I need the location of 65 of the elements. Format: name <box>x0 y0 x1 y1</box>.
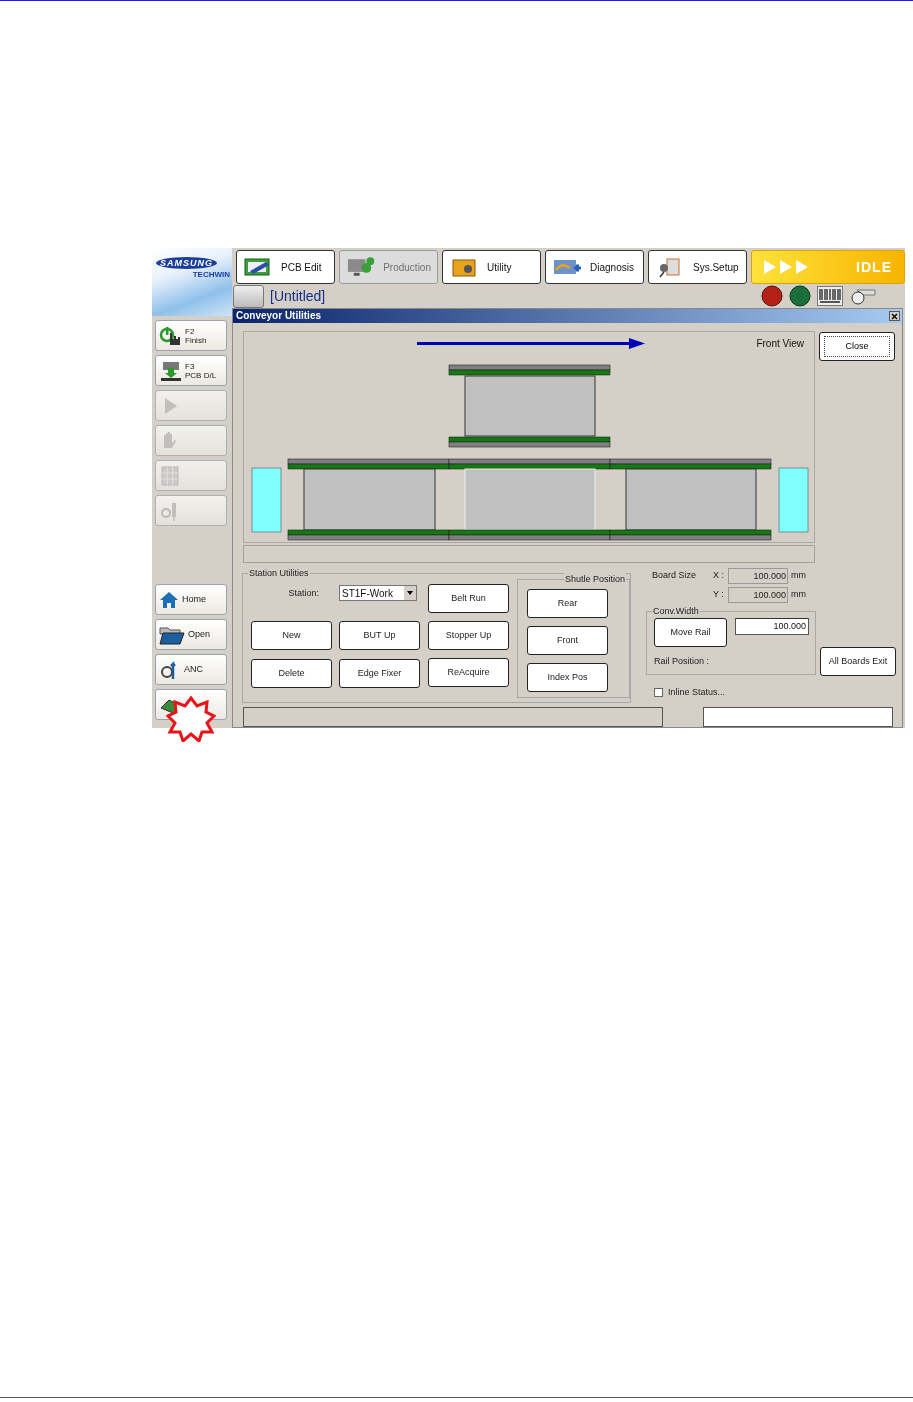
toolbar-tab[interactable]: Sys.Setup <box>648 250 747 284</box>
shortcut-key: F3 <box>185 361 217 371</box>
open-button[interactable]: Open <box>155 619 227 650</box>
group-title: Shutle Position <box>563 573 626 585</box>
all-boards-exit-button[interactable]: All Boards Exit <box>820 647 896 676</box>
download-button[interactable]: F3 PCB D/L <box>155 355 227 386</box>
lamp-icon <box>761 285 783 307</box>
unit-label: mm <box>791 569 806 583</box>
toolbar-tab[interactable]: PCB Edit <box>236 250 335 284</box>
belt-run-button[interactable]: Belt Run <box>428 584 509 613</box>
index-pos-button[interactable]: Index Pos <box>527 663 608 692</box>
home-icon <box>159 590 179 609</box>
view-label: Front View <box>756 337 804 351</box>
brand-subtitle: TECHWIN <box>192 269 230 281</box>
station-label: Station: <box>287 587 320 600</box>
toolbar-tab[interactable]: Production <box>339 250 438 284</box>
board-edit-icon <box>243 256 273 278</box>
sensor-block <box>778 467 809 533</box>
toolbar-tab[interactable]: Diagnosis <box>545 250 644 284</box>
rear-button[interactable]: Rear <box>527 589 608 618</box>
anc-button[interactable]: ANC <box>155 654 227 685</box>
board-size-label: Board Size <box>651 569 698 583</box>
button-label: PCB D/L <box>185 370 217 380</box>
front-button[interactable]: Front <box>527 626 608 655</box>
axis-label: X : <box>713 569 725 583</box>
board-size-x-field: 100.000 <box>728 568 788 584</box>
edge-fixer-button[interactable]: Edge Fixer <box>339 659 420 688</box>
document-title: [Untitled] <box>270 286 326 306</box>
brand-logo: SAMSUNG <box>156 257 217 269</box>
stopper-up-button[interactable]: Stopper Up <box>428 621 509 650</box>
rail-position-label: Rail Position : <box>654 655 711 668</box>
axis-label: Y : <box>713 588 725 602</box>
grid-icon <box>159 464 181 487</box>
delete-button[interactable]: Delete <box>251 659 332 688</box>
group-title: Station Utilities <box>248 567 310 579</box>
move-rail-button[interactable]: Move Rail <box>654 618 727 647</box>
conv-width-field[interactable]: 100.000 <box>735 618 809 635</box>
board-size-y-field: 100.000 <box>728 587 788 603</box>
home-button[interactable]: Home <box>155 584 227 615</box>
but-up-button[interactable]: BUT Up <box>339 621 420 650</box>
button-label: Finish <box>185 335 207 345</box>
square-button[interactable] <box>233 284 264 308</box>
monitor-gears-icon <box>346 256 376 278</box>
folder-icon <box>159 624 185 645</box>
toolbox-icon <box>449 256 479 278</box>
lamp-icon <box>789 285 811 307</box>
inline-status-checkbox[interactable] <box>654 688 663 698</box>
close-icon <box>891 312 898 320</box>
unit-label: mm <box>791 588 806 602</box>
reacquire-button[interactable]: ReAcquire <box>428 658 509 687</box>
shortcut-key: F2 <box>185 326 207 336</box>
sensor-block <box>251 467 282 533</box>
checkbox-label: Inline Status... <box>668 686 726 699</box>
group-title: Conv.Width <box>652 605 700 617</box>
status-text: IDLE <box>856 257 892 277</box>
window-title: Conveyor Utilities <box>236 310 322 322</box>
starburst-icon <box>166 696 216 742</box>
close-button[interactable] <box>889 311 900 321</box>
station-dropdown[interactable]: ST1F-Work <box>339 585 417 601</box>
finish-button[interactable]: F2 Finish <box>155 320 227 351</box>
toolbar-tab[interactable]: Utility <box>442 250 541 284</box>
barcode-icon <box>817 286 843 306</box>
close-dialog-button[interactable]: Close <box>819 332 895 361</box>
new-button[interactable]: New <box>251 621 332 650</box>
download-icon <box>159 359 183 382</box>
